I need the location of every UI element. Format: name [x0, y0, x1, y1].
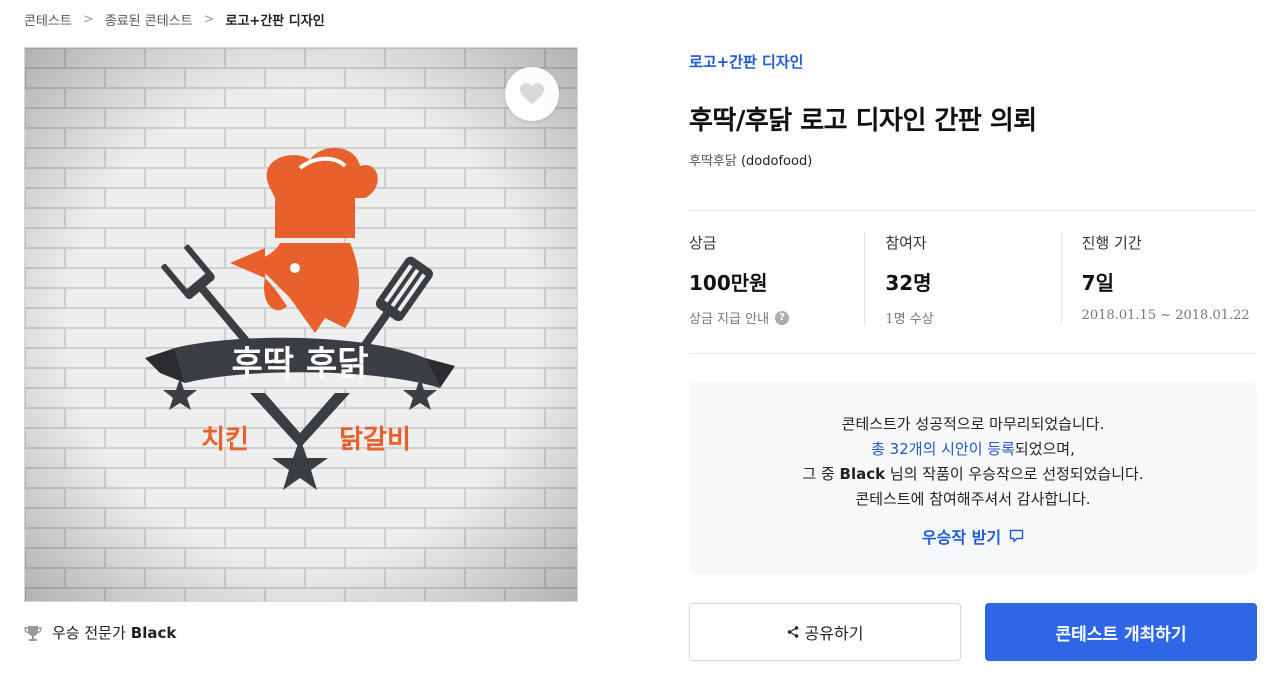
heart-icon — [520, 83, 544, 104]
divider — [689, 210, 1257, 211]
contest-host: 후딱후닭 (dodofood) — [689, 150, 812, 169]
host-id: (dodofood) — [740, 154, 813, 169]
chevron-right-icon: > — [203, 11, 215, 27]
receive-winner-button[interactable]: 우승작 받기 — [922, 524, 1024, 548]
submission-count-link[interactable]: 총 32개의 시안이 등록 — [871, 440, 1015, 458]
notice-line-3: 그 중 Black 님의 작품이 우승작으로 선정되었습니다. — [689, 462, 1257, 487]
notice-winner-name: Black — [839, 465, 886, 483]
host-contest-button[interactable]: 콘테스트 개최하기 — [985, 603, 1257, 661]
notice-line-2-rest: 되었으며, — [1014, 440, 1075, 458]
brick-wall-logo-illustration: 후딱 후닭 치킨 닭갈비 — [25, 48, 577, 601]
period-value: 7일 — [1081, 271, 1114, 295]
help-icon[interactable]: ? — [775, 310, 790, 325]
share-button[interactable]: 공유하기 — [689, 603, 961, 661]
notice-line-4: 콘테스트에 참여해주셔서 감사합니다. — [855, 490, 1091, 508]
contest-category[interactable]: 로고+간판 디자인 — [689, 51, 803, 72]
divider — [689, 353, 1257, 354]
like-button[interactable] — [505, 67, 559, 121]
share-icon — [787, 626, 798, 638]
contest-result-notice: 콘테스트가 성공적으로 마무리되었습니다. 총 32개의 시안이 등록되었으며,… — [689, 382, 1257, 574]
prize-label: 상금 — [689, 234, 717, 252]
page-title: 후딱/후닭 로고 디자인 간판 의뢰 — [689, 106, 1037, 136]
prize-value: 100만원 — [689, 271, 768, 295]
share-label: 공유하기 — [804, 624, 864, 643]
prize-sub: 상금 지급 안내 ? — [689, 308, 864, 327]
stat-participants: 참여자 32명 1명 수상 — [864, 232, 1060, 327]
contest-stats: 상금 100만원 상금 지급 안내 ? 참여자 32명 1명 수상 진행 기간 … — [689, 232, 1257, 327]
breadcrumb-current: 로고+간판 디자인 — [225, 13, 325, 29]
period-label: 진행 기간 — [1081, 234, 1142, 252]
trophy-icon — [24, 624, 42, 642]
notice-line-2: 총 32개의 시안이 등록되었으며, — [689, 437, 1257, 462]
winner-info: 우승 전문가 Black — [24, 622, 176, 643]
host-name: 후딱후닭 — [689, 154, 737, 169]
logo-main-text: 후딱 후닭 — [232, 344, 369, 384]
breadcrumb-ended-contests[interactable]: 종료된 콘테스트 — [105, 10, 193, 29]
participants-sub: 1명 수상 — [885, 312, 934, 327]
winning-design-image[interactable]: 후딱 후닭 치킨 닭갈비 — [24, 47, 578, 602]
stat-period: 진행 기간 7일 2018.01.15 ~ 2018.01.22 — [1060, 232, 1257, 324]
stat-prize: 상금 100만원 상금 지급 안내 ? — [689, 232, 864, 327]
receive-winner-label: 우승작 받기 — [921, 528, 1002, 547]
breadcrumb: 콘테스트 > 종료된 콘테스트 > 로고+간판 디자인 — [24, 10, 325, 29]
logo-left-text: 치킨 — [201, 425, 249, 455]
winner-name[interactable]: Black — [131, 624, 177, 642]
notice-line-1: 콘테스트가 성공적으로 마무리되었습니다. — [841, 415, 1105, 433]
breadcrumb-contest[interactable]: 콘테스트 — [24, 10, 72, 29]
notice-line-3-pre: 그 중 — [802, 465, 840, 483]
period-dates: 2018.01.15 ~ 2018.01.22 — [1081, 308, 1250, 323]
prize-guide-text: 상금 지급 안내 — [689, 312, 770, 327]
logo-right-text: 닭갈비 — [339, 425, 411, 455]
participants-label: 참여자 — [885, 234, 927, 252]
winner-label: 우승 전문가 — [52, 624, 126, 642]
participants-value: 32명 — [885, 271, 932, 295]
chevron-right-icon: > — [82, 11, 94, 27]
notice-line-3-post: 님의 작품이 우승작으로 선정되었습니다. — [885, 465, 1144, 483]
message-icon — [1009, 529, 1024, 543]
